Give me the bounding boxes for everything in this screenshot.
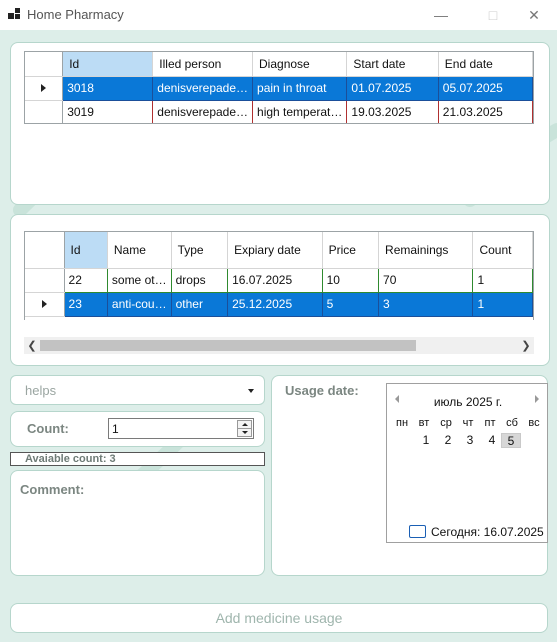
table-cell[interactable]: 01.07.2025 [346,76,439,101]
column-header[interactable]: Count [472,232,533,269]
table-cell[interactable]: 5 [322,292,380,317]
chevron-down-icon[interactable] [248,389,254,393]
column-header[interactable]: Id [64,232,108,269]
table-row[interactable]: 3018 denisverepade… pain in throat 01.07… [25,76,533,101]
count-label: Count: [27,421,69,436]
table-cell[interactable]: 70 [378,268,474,293]
column-header[interactable]: Price [322,232,380,269]
usage-combo[interactable]: helps [10,375,265,405]
table-cell[interactable]: 19.03.2025 [346,100,439,123]
table-cell[interactable]: 05.07.2025 [438,76,533,101]
window-title: Home Pharmacy [27,7,124,22]
month-calendar[interactable]: июль 2025 г. пн вт ср чт пт сб вс 1 2 3 … [386,383,548,543]
weekday-label: пн [395,417,409,429]
table-cell[interactable]: 3 [378,292,474,317]
row-pointer-icon [41,84,47,92]
minimize-icon[interactable]: — [418,0,464,30]
column-header[interactable]: Name [107,232,172,269]
next-month-icon[interactable] [535,395,539,403]
scroll-right-icon[interactable]: ❯ [518,337,534,354]
table-cell[interactable]: denisverepade… [152,100,254,123]
row-pointer-icon [41,300,47,308]
table-row[interactable]: 3019 denisverepade… high temperat… 19.03… [25,100,533,123]
table-cell[interactable]: 3018 [62,76,154,101]
weekday-label: чт [462,417,474,429]
weekday-label: вт [418,417,430,429]
comment-label: Comment: [20,482,85,497]
today-marker-icon[interactable] [409,525,426,538]
table-cell[interactable]: other [171,292,229,317]
table-cell[interactable]: 3019 [62,100,154,123]
scroll-left-icon[interactable]: ❮ [24,337,40,354]
column-header[interactable]: Expiary date [227,232,323,269]
scrollbar-thumb[interactable] [40,340,416,351]
table-cell[interactable]: 16.07.2025 [227,268,323,293]
table-row[interactable]: 22 some ot… drops 16.07.2025 10 70 1 [25,268,533,293]
weekday-label: вс [528,417,540,429]
available-count-label: Avaiable count: 3 [25,453,116,465]
table-cell[interactable]: 1 [472,292,533,317]
illnesses-header-row: Id Illed person Diagnose Start date End … [25,52,533,77]
row-header-corner [25,52,64,77]
medicines-grid[interactable]: Id Name Type Expiary date Price Remainin… [24,231,534,320]
add-medicine-usage-button[interactable]: Add medicine usage [10,603,548,633]
calendar-month-title[interactable]: июль 2025 г. [387,395,549,409]
table-cell[interactable]: 1 [472,268,533,293]
app-icon [8,8,20,19]
table-cell[interactable]: 22 [64,268,108,293]
column-header[interactable]: Illed person [152,52,254,77]
title-bar: Home Pharmacy — □ ✕ [0,0,557,30]
usage-combo-value: helps [25,383,57,398]
weekday-label: пт [484,417,496,429]
calendar-day[interactable]: 2 [438,433,458,448]
column-header[interactable]: End date [438,52,533,77]
row-selector[interactable] [25,100,64,123]
table-cell[interactable]: some ot… [107,268,172,293]
count-value[interactable]: 1 [112,422,119,436]
row-selector[interactable] [25,76,64,101]
table-cell[interactable]: anti-cou… [107,292,172,317]
count-stepper[interactable]: 1 [108,418,254,439]
column-header[interactable]: Id [62,52,154,77]
illnesses-grid[interactable]: Id Illed person Diagnose Start date End … [24,51,534,124]
calendar-day[interactable]: 4 [482,433,502,448]
table-cell[interactable]: drops [171,268,229,293]
row-selector[interactable] [25,268,65,293]
close-icon[interactable]: ✕ [511,0,557,30]
maximize-icon[interactable]: □ [470,0,516,30]
column-header[interactable]: Type [171,232,229,269]
available-count-bar: Avaiable count: 3 [10,452,265,466]
table-cell[interactable]: pain in throat [252,76,348,101]
usage-date-label: Usage date: [285,383,359,398]
decrement-icon[interactable] [237,428,252,437]
table-cell[interactable]: high temperat… [252,100,348,123]
table-cell[interactable]: denisverepade… [152,76,254,101]
weekday-label: сб [506,417,518,429]
calendar-day[interactable]: 3 [460,433,480,448]
table-cell[interactable]: 25.12.2025 [227,292,323,317]
row-header-corner [25,232,65,269]
medicines-header-row: Id Name Type Expiary date Price Remainin… [25,232,533,269]
column-header[interactable]: Diagnose [252,52,348,77]
weekday-label: ср [440,417,452,429]
row-selector[interactable] [25,292,65,317]
table-cell[interactable]: 23 [64,292,108,317]
calendar-day[interactable]: 1 [416,433,436,448]
table-cell[interactable]: 21.03.2025 [438,100,533,123]
table-row[interactable]: 23 anti-cou… other 25.12.2025 5 3 1 [25,292,533,317]
horizontal-scrollbar[interactable]: ❮ ❯ [24,337,534,354]
table-cell[interactable]: 10 [322,268,380,293]
today-link[interactable]: Сегодня: 16.07.2025 [431,525,544,539]
calendar-day-highlighted[interactable]: 5 [501,433,521,448]
column-header[interactable]: Remainings [378,232,474,269]
column-header[interactable]: Start date [346,52,439,77]
